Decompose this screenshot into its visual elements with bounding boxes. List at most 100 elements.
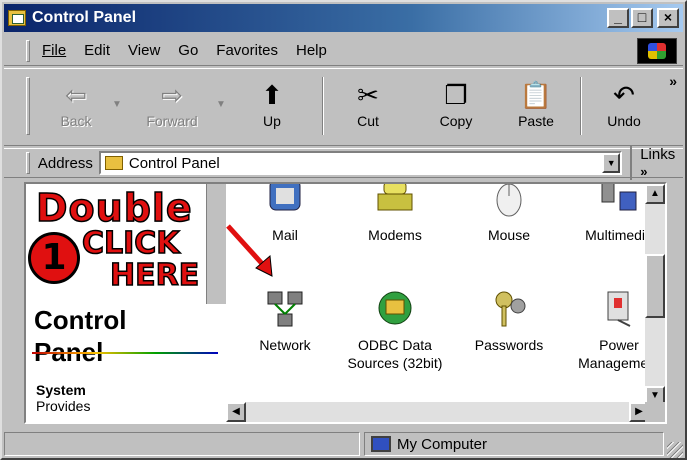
toolbar-more-chevron[interactable]: »: [669, 73, 677, 89]
toolbar-separator: [322, 77, 324, 135]
mail-icon: [264, 184, 306, 220]
menu-bar: File Edit View Go Favorites Help: [4, 36, 683, 66]
status-message: [4, 432, 360, 456]
cut-button[interactable]: ✂ Cut: [336, 77, 400, 130]
maximize-button[interactable]: □: [631, 8, 653, 28]
status-zone-label: My Computer: [397, 435, 488, 453]
undo-label: Undo: [607, 113, 641, 129]
left-pane-title: Control Panel: [34, 304, 126, 368]
menu-go[interactable]: Go: [172, 42, 210, 59]
icon-label: Mouse: [487, 227, 531, 243]
icon-mouse[interactable]: Mouse: [454, 184, 564, 244]
rainbow-divider: [32, 352, 218, 354]
windows-logo-icon: [637, 38, 677, 64]
forward-arrow-icon: ⇨: [161, 79, 183, 110]
address-bar: Address Control Panel ▼ Links »: [4, 146, 683, 180]
back-label: Back: [60, 113, 92, 129]
links-button[interactable]: Links »: [630, 146, 683, 180]
up-folder-icon: ⬆: [261, 79, 283, 110]
address-input[interactable]: Control Panel ▼: [98, 151, 623, 175]
multimedia-icon: [598, 184, 640, 220]
copy-label: Copy: [439, 113, 473, 129]
control-panel-window: Control Panel _ □ × File Edit View Go Fa…: [0, 0, 687, 460]
address-label: Address: [37, 154, 93, 172]
icon-label-line2: Sources (32bit): [347, 355, 443, 371]
back-dropdown-icon[interactable]: ▼: [112, 99, 122, 110]
menu-edit[interactable]: Edit: [78, 42, 122, 59]
window-controls: _ □ ×: [607, 8, 679, 28]
close-button[interactable]: ×: [657, 8, 679, 28]
keys-icon: [488, 288, 530, 330]
standard-toolbar: ⇦ Back ▼ ⇨ Forward ▼ ⬆ Up ✂ Cut ❐ Copy 📋…: [4, 68, 683, 146]
overlay-here-text: HERE: [109, 257, 200, 294]
forward-button[interactable]: ⇨ Forward: [132, 77, 212, 130]
content-area: Control Panel System Provides Double 1 C…: [24, 182, 667, 424]
system-heading: System: [36, 382, 86, 398]
title-bar[interactable]: Control Panel _ □ ×: [4, 4, 683, 32]
mouse-icon: [488, 184, 530, 220]
icon-odbc[interactable]: ODBC Data Sources (32bit): [340, 288, 450, 372]
overlay-click-text: CLICK: [81, 225, 180, 262]
icon-label: Modems: [368, 227, 422, 243]
scroll-left-button[interactable]: ◀: [226, 402, 246, 422]
window-title: Control Panel: [32, 9, 137, 26]
control-panel-small-icon: [104, 156, 123, 170]
up-label: Up: [263, 113, 281, 129]
step-number-badge: 1: [28, 232, 80, 284]
left-title-line1: Control: [34, 305, 127, 335]
toolbar-grip[interactable]: [26, 77, 30, 135]
address-value: Control Panel: [128, 154, 220, 172]
menu-view[interactable]: View: [122, 42, 172, 59]
menu-help[interactable]: Help: [290, 42, 339, 59]
vertical-scroll-thumb[interactable]: [645, 254, 665, 318]
menu-grip[interactable]: [26, 39, 30, 62]
menu-file[interactable]: File: [36, 42, 78, 59]
undo-icon: ↶: [613, 79, 635, 110]
address-grip[interactable]: [26, 152, 30, 174]
menu-favorites[interactable]: Favorites: [210, 42, 290, 59]
minimize-button[interactable]: _: [607, 8, 629, 28]
icon-label-line1: ODBC Data: [358, 337, 432, 353]
icon-label: Network: [259, 337, 311, 353]
links-label: Links: [640, 146, 676, 163]
power-icon: [598, 288, 640, 330]
status-bar: My Computer: [4, 432, 683, 458]
horizontal-scrollbar[interactable]: ◀ ▶: [226, 402, 649, 422]
clipboard-icon: 📋: [519, 79, 553, 110]
back-button[interactable]: ⇦ Back: [44, 77, 108, 130]
up-button[interactable]: ⬆ Up: [240, 77, 304, 130]
links-more-chevron: »: [640, 164, 648, 179]
icon-modems[interactable]: Modems: [340, 184, 450, 244]
copy-button[interactable]: ❐ Copy: [424, 77, 488, 130]
paste-button[interactable]: 📋 Paste: [504, 77, 568, 130]
network-icon: [264, 288, 306, 330]
scroll-up-button[interactable]: ▲: [645, 184, 665, 204]
scrollbar-corner: [645, 402, 665, 422]
overlay-double-text: Double: [35, 185, 193, 231]
modem-icon: [374, 184, 416, 220]
forward-dropdown-icon[interactable]: ▼: [216, 99, 226, 110]
left-pane-scrollbar[interactable]: [206, 184, 226, 304]
address-dropdown-button[interactable]: ▼: [602, 153, 621, 173]
toolbar-separator: [580, 77, 582, 135]
icon-label: Passwords: [474, 337, 544, 353]
scissors-icon: ✂: [357, 79, 379, 110]
forward-label: Forward: [146, 113, 198, 129]
odbc-icon: [374, 288, 416, 330]
resize-grip[interactable]: [667, 442, 683, 458]
copy-icon: ❐: [444, 79, 468, 110]
paste-label: Paste: [518, 113, 554, 129]
my-computer-icon: [371, 436, 391, 452]
system-description: Provides: [36, 398, 91, 414]
web-view-pane: Control Panel System Provides Double 1 C…: [26, 184, 226, 422]
icon-mail[interactable]: Mail: [230, 184, 340, 244]
icon-passwords[interactable]: Passwords: [454, 288, 564, 354]
icon-label: Mail: [272, 227, 298, 243]
vertical-scrollbar[interactable]: ▲ ▼: [645, 184, 665, 406]
control-panel-icon: [8, 10, 26, 26]
undo-button[interactable]: ↶ Undo: [592, 77, 656, 130]
status-zone: My Computer: [364, 432, 664, 456]
cut-label: Cut: [357, 113, 379, 129]
back-arrow-icon: ⇦: [65, 79, 87, 110]
icon-network[interactable]: Network: [230, 288, 340, 354]
